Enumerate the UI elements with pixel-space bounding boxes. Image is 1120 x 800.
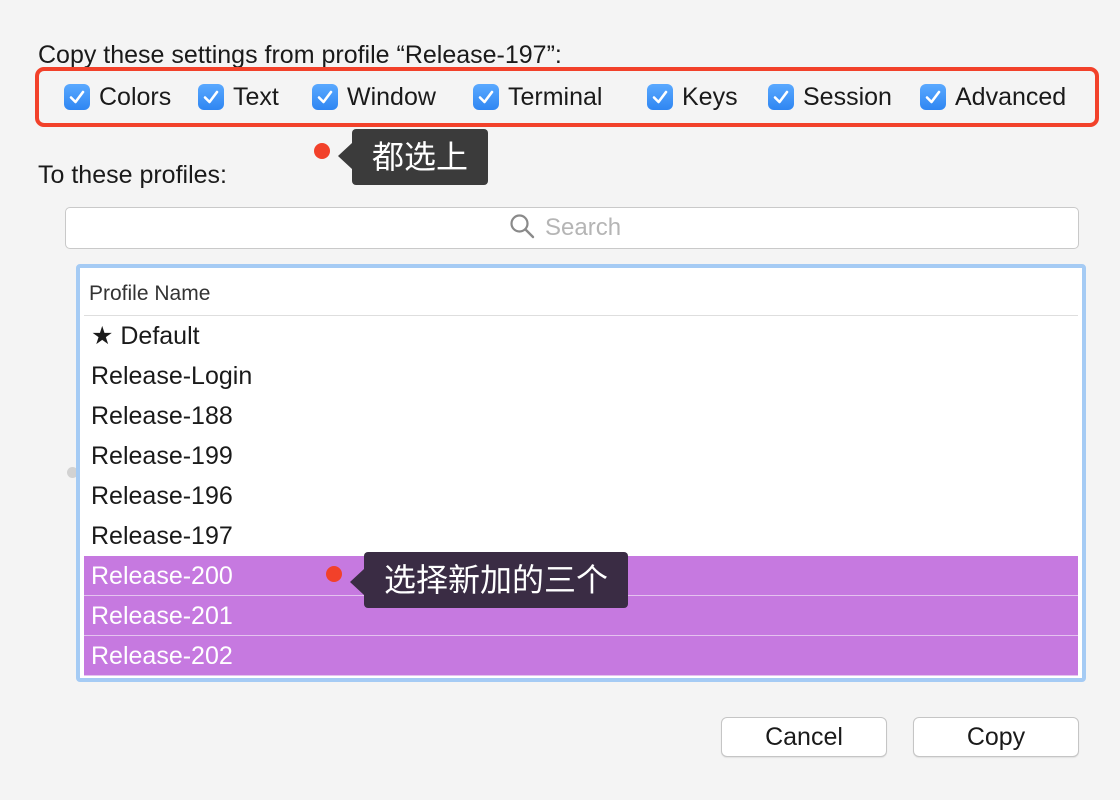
search-icon — [509, 213, 535, 244]
table-row[interactable]: Release-197 — [84, 516, 1078, 556]
annotation-dot — [314, 143, 330, 159]
copy-heading: Copy these settings from profile “Releas… — [38, 41, 562, 69]
table-row[interactable]: Release-Login — [84, 356, 1078, 396]
profile-name-column-header[interactable]: Profile Name — [84, 272, 1078, 316]
copy-button[interactable]: Copy — [913, 717, 1079, 757]
annotation-select-all: 都选上 — [352, 129, 489, 185]
profiles-label: To these profiles: — [38, 161, 227, 189]
table-row[interactable]: ★ Default — [84, 316, 1078, 356]
profile-table: Profile Name ★ Default Release-Login Rel… — [76, 264, 1086, 682]
annotation-dot — [326, 566, 342, 582]
search-field[interactable] — [65, 207, 1079, 249]
annotation-arrow — [350, 569, 364, 595]
table-row-selected[interactable]: Release-202 — [84, 636, 1078, 676]
profile-rows: ★ Default Release-Login Release-188 Rele… — [84, 316, 1078, 676]
table-row[interactable]: Release-188 — [84, 396, 1078, 436]
cancel-button[interactable]: Cancel — [721, 717, 887, 757]
annotation-highlight-box — [35, 67, 1099, 127]
search-input[interactable] — [545, 214, 635, 242]
table-row[interactable]: Release-196 — [84, 476, 1078, 516]
annotation-arrow — [338, 143, 352, 169]
annotation-select-new: 选择新加的三个 — [364, 552, 629, 608]
table-row[interactable]: Release-199 — [84, 436, 1078, 476]
